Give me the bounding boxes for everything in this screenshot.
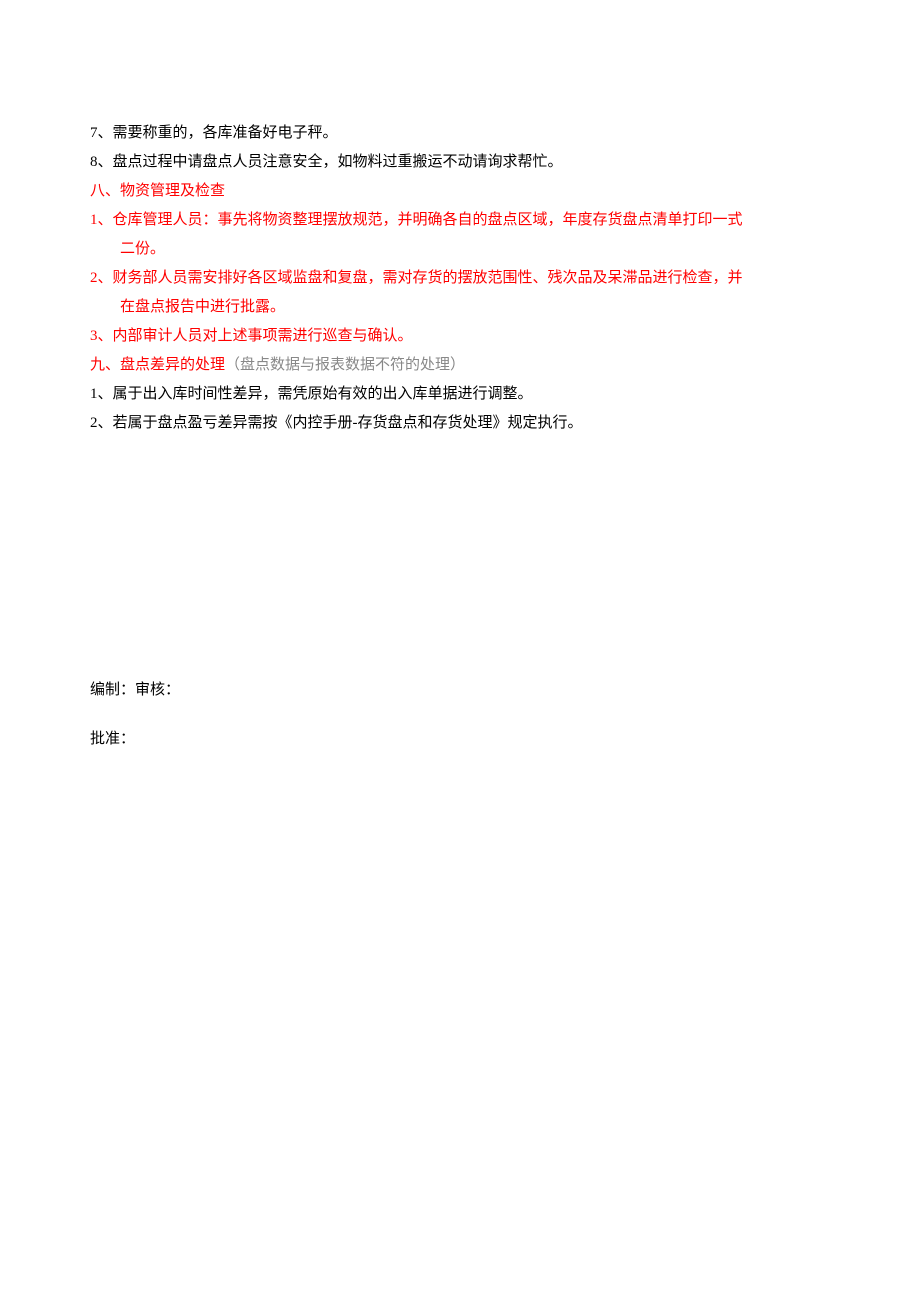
section-9-heading: 九、盘点差异的处理（盘点数据与报表数据不符的处理） [90,352,830,379]
list-item-7: 7、需要称重的，各库准备好电子秤。 [90,120,830,147]
section-8-item-1-line-2: 二份。 [90,236,830,263]
section-8-item-3: 3、内部审计人员对上述事项需进行巡查与确认。 [90,323,830,350]
section-9-item-1: 1、属于出入库时间性差异，需凭原始有效的出入库单据进行调整。 [90,381,830,408]
section-8-heading: 八、物资管理及检查 [90,178,830,205]
section-9-heading-main: 九、盘点差异的处理 [90,357,225,373]
signature-line-2: 批准： [90,726,830,753]
section-8-item-1-line-1: 1、仓库管理人员：事先将物资整理摆放规范，并明确各自的盘点区域，年度存货盘点清单… [90,207,830,234]
section-9-heading-paren: （盘点数据与报表数据不符的处理） [225,357,465,373]
signature-block: 编制：审核： 批准： [90,677,830,753]
signature-line-1: 编制：审核： [90,677,830,704]
section-8-item-2-line-2: 在盘点报告中进行批露。 [90,294,830,321]
section-8-item-2-line-1: 2、财务部人员需安排好各区域监盘和复盘，需对存货的摆放范围性、残次品及呆滞品进行… [90,265,830,292]
section-9-item-2: 2、若属于盘点盈亏差异需按《内控手册-存货盘点和存货处理》规定执行。 [90,410,830,437]
list-item-8: 8、盘点过程中请盘点人员注意安全，如物料过重搬运不动请询求帮忙。 [90,149,830,176]
